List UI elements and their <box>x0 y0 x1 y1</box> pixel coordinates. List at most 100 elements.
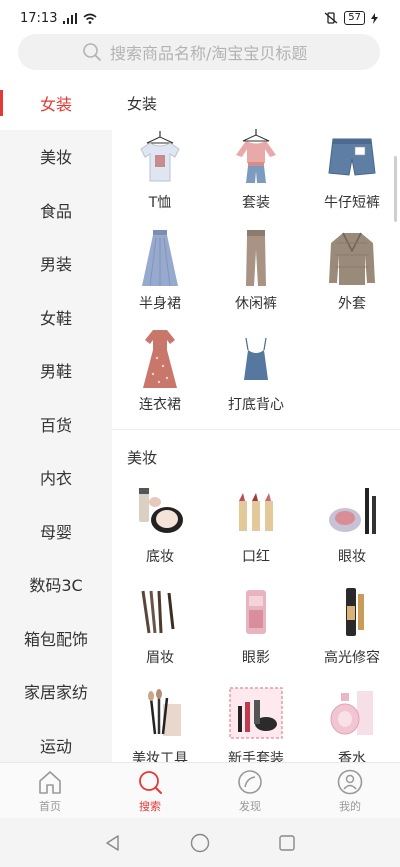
grid-item-label: 半身裙 <box>139 296 181 312</box>
status-left: 17:13 <box>20 11 97 26</box>
recents-icon[interactable] <box>278 834 296 852</box>
sidebar-item-food[interactable]: 食品 <box>0 183 112 237</box>
grid-item-perfume[interactable]: 香水 <box>304 674 400 762</box>
coat-icon <box>322 227 382 289</box>
sidebar-item-label: 家居家纺 <box>23 683 88 703</box>
grid-item-highlighter[interactable]: 高光修容 <box>304 573 400 674</box>
lipstick-icon <box>226 480 286 542</box>
grid-item-label: 套装 <box>242 195 270 211</box>
grid-item-label: T恤 <box>148 195 172 211</box>
grid-item-label: 牛仔短裤 <box>324 195 380 211</box>
grid-item-casual-pants[interactable]: 休闲裤 <box>208 219 304 320</box>
scrollbar[interactable] <box>394 156 397 222</box>
home-icon <box>39 771 61 794</box>
sidebar-item-label: 食品 <box>39 201 72 221</box>
grid-item-tshirt[interactable]: T恤 <box>112 118 208 219</box>
grid-item-label: 口红 <box>242 549 270 565</box>
section-title-women: 女装 <box>127 95 158 113</box>
grid-item-foundation[interactable]: 底妆 <box>112 472 208 573</box>
signal-icon <box>63 12 78 24</box>
sidebar-item-women-clothing[interactable]: 女装 <box>0 76 112 130</box>
grid-item-label: 眼妆 <box>338 549 366 565</box>
tab-label: 搜索 <box>139 800 161 813</box>
grid-item-label: 眼影 <box>242 650 270 666</box>
sidebar-item-men-shoes[interactable]: 男鞋 <box>0 344 112 398</box>
grid-item-eyeshadow[interactable]: 眼影 <box>208 573 304 674</box>
profile-icon <box>337 769 363 795</box>
sidebar-item-label: 数码3C <box>29 576 83 596</box>
grid-item-label: 美妆工具 <box>132 751 188 762</box>
sidebar-item-underwear[interactable]: 内衣 <box>0 451 112 505</box>
sidebar-item-beauty[interactable]: 美妆 <box>0 130 112 184</box>
grid-item-eye-makeup[interactable]: 眼妆 <box>304 472 400 573</box>
grid-item-skirt[interactable]: 半身裙 <box>112 219 208 320</box>
back-icon[interactable] <box>104 834 122 852</box>
sidebar-item-mother-baby[interactable]: 母婴 <box>0 504 112 558</box>
category-content[interactable]: 女装 T恤 套装 牛仔短裤 半身裙 休闲裤 外套 连衣裙 打底背心 美妆 底妆 … <box>112 76 400 762</box>
status-right: 57 <box>324 11 378 25</box>
sidebar-item-home-textile[interactable]: 家居家纺 <box>0 665 112 719</box>
search-placeholder: 搜索商品名称/淘宝宝贝标题 <box>110 44 308 63</box>
grid-item-eyebrow[interactable]: 眉妆 <box>112 573 208 674</box>
grid-item-makeup-tools[interactable]: 美妆工具 <box>112 674 208 762</box>
home-circle-icon[interactable] <box>190 833 210 853</box>
category-sidebar[interactable]: 女装 美妆 食品 男装 女鞋 男鞋 百货 内衣 母婴 数码3C 箱包配饰 家居家… <box>0 76 112 762</box>
section-title-beauty: 美妆 <box>127 449 158 467</box>
sidebar-item-men-clothing[interactable]: 男装 <box>0 237 112 291</box>
sidebar-item-sports[interactable]: 运动 <box>0 718 112 762</box>
grid-item-lipstick[interactable]: 口红 <box>208 472 304 573</box>
sidebar-item-label: 运动 <box>39 736 72 756</box>
sidebar-item-bags-accessories[interactable]: 箱包配饰 <box>0 611 112 665</box>
search-bar[interactable]: 搜索商品名称/淘宝宝贝标题 <box>18 34 380 70</box>
tab-search[interactable]: 搜索 <box>100 763 200 818</box>
sidebar-item-digital[interactable]: 数码3C <box>0 558 112 612</box>
search-input[interactable]: 搜索商品名称/淘宝宝贝标题 <box>18 34 380 70</box>
grid-item-label: 眉妆 <box>146 650 174 666</box>
grid-item-dress[interactable]: 连衣裙 <box>112 320 208 421</box>
bottom-tab-bar: 首页 搜索 发现 我的 <box>0 762 400 818</box>
grid-item-coat[interactable]: 外套 <box>304 219 400 320</box>
sidebar-item-label: 百货 <box>39 415 72 435</box>
sidebar-item-label: 母婴 <box>39 522 72 542</box>
tshirt-icon <box>130 126 190 188</box>
tab-discover[interactable]: 发现 <box>200 763 300 818</box>
women-grid: T恤 套装 牛仔短裤 半身裙 休闲裤 外套 连衣裙 打底背心 <box>112 118 400 421</box>
grid-item-label: 外套 <box>338 296 366 312</box>
sidebar-item-label: 美妆 <box>39 148 72 168</box>
grid-item-label: 连衣裙 <box>139 397 181 413</box>
charging-icon <box>371 12 378 24</box>
grid-item-label: 底妆 <box>146 549 174 565</box>
foundation-icon <box>130 480 190 542</box>
casual-pants-icon <box>226 227 286 289</box>
grid-item-camisole[interactable]: 打底背心 <box>208 320 304 421</box>
status-time: 17:13 <box>20 10 58 26</box>
denim-shorts-icon <box>322 126 382 188</box>
sidebar-item-label: 男鞋 <box>39 362 72 382</box>
tab-profile[interactable]: 我的 <box>300 763 400 818</box>
tab-home[interactable]: 首页 <box>0 763 100 818</box>
wifi-icon <box>83 13 97 24</box>
sidebar-item-label: 箱包配饰 <box>23 629 88 649</box>
sidebar-item-general-goods[interactable]: 百货 <box>0 397 112 451</box>
status-bar: 17:13 57 <box>0 0 400 36</box>
skirt-icon <box>130 227 190 289</box>
battery-level: 57 <box>344 11 365 25</box>
tab-label: 我的 <box>339 800 361 813</box>
makeup-brush-icon <box>130 682 190 744</box>
grid-item-label: 打底背心 <box>228 397 284 413</box>
eyebrow-pencil-icon <box>130 581 190 643</box>
beauty-grid: 底妆 口红 眼妆 眉妆 眼影 高光修容 美妆工具 新手套装 香水 <box>112 472 400 762</box>
sidebar-item-label: 女装 <box>39 94 72 114</box>
dress-icon <box>130 328 190 390</box>
outfit-set-icon <box>226 126 286 188</box>
starter-kit-icon <box>226 682 286 744</box>
sidebar-item-women-shoes[interactable]: 女鞋 <box>0 290 112 344</box>
camisole-icon <box>226 328 286 390</box>
grid-item-label: 高光修容 <box>324 650 380 666</box>
eye-makeup-icon <box>322 480 382 542</box>
discover-icon <box>238 770 262 794</box>
grid-item-denim-shorts[interactable]: 牛仔短裤 <box>304 118 400 219</box>
grid-item-starter-kit[interactable]: 新手套装 <box>208 674 304 762</box>
sidebar-item-label: 男装 <box>39 255 72 275</box>
grid-item-outfit-set[interactable]: 套装 <box>208 118 304 219</box>
